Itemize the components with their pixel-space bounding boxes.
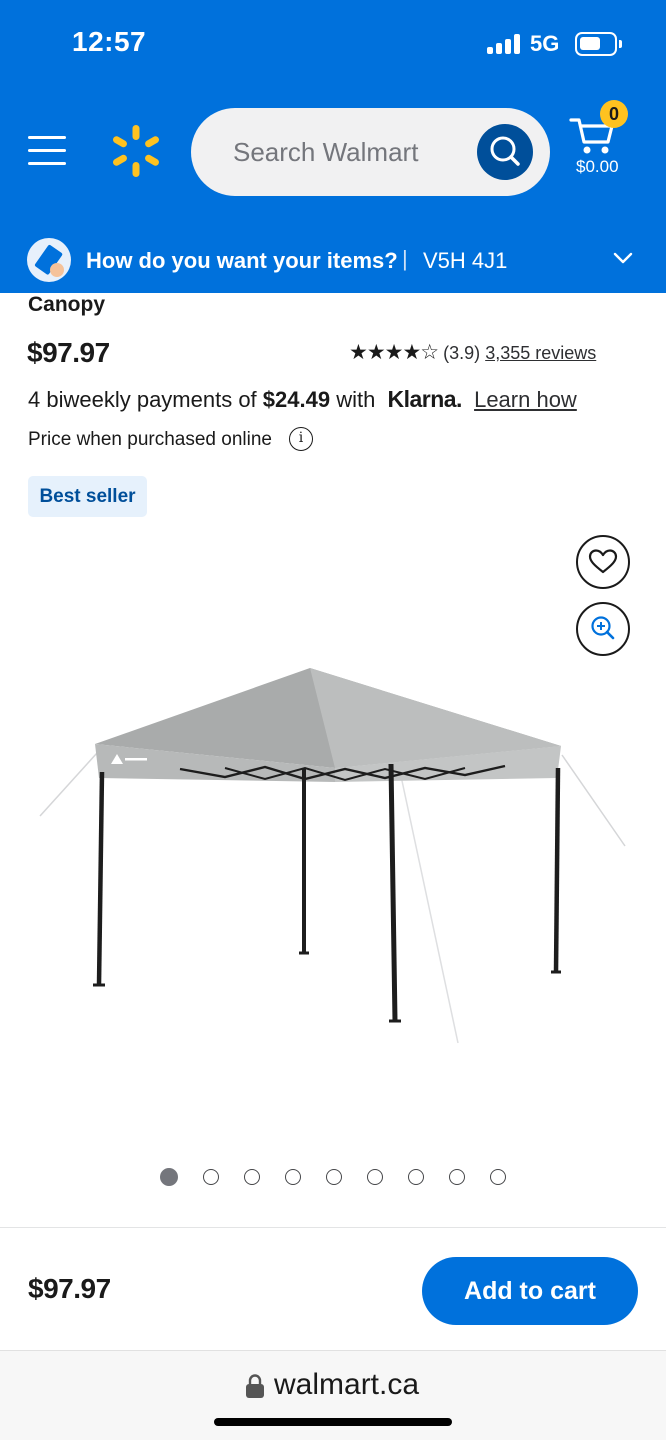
walmart-spark-logo[interactable]: [110, 124, 162, 178]
favorite-button[interactable]: [576, 535, 630, 589]
status-time: 12:57: [72, 26, 147, 57]
delivery-separator: |: [402, 246, 408, 271]
klarna-prefix: 4 biweekly payments of: [28, 387, 257, 412]
menu-icon[interactable]: [28, 136, 66, 168]
rating-stars: ★★★★☆: [349, 341, 439, 364]
browser-address-bar[interactable]: walmart.ca: [0, 1350, 666, 1440]
klarna-financing: 4 biweekly payments of $24.49 with Klarn…: [28, 386, 577, 413]
delivery-selector[interactable]: How do you want your items? | V5H 4J1: [0, 226, 666, 293]
best-seller-badge: Best seller: [28, 476, 147, 517]
add-to-cart-button[interactable]: Add to cart: [422, 1257, 638, 1325]
sticky-purchase-bar: $97.97 Add to cart: [0, 1227, 666, 1350]
home-indicator: [214, 1418, 452, 1426]
klarna-amount: $24.49: [262, 387, 331, 412]
carousel-dot[interactable]: [408, 1169, 424, 1185]
learn-how-link[interactable]: Learn how: [474, 387, 577, 412]
signal-icon: [487, 34, 521, 54]
heart-icon: [588, 549, 618, 574]
zoom-in-icon: [591, 616, 615, 640]
search-input[interactable]: Search Walmart: [233, 137, 418, 168]
carousel-dot[interactable]: [449, 1169, 465, 1185]
browser-domain[interactable]: walmart.ca: [274, 1368, 419, 1402]
carousel-dot[interactable]: [285, 1169, 301, 1185]
search-button[interactable]: [477, 124, 533, 180]
klarna-middle: with: [336, 387, 376, 412]
product-image-canopy[interactable]: [35, 658, 635, 1058]
search-bar[interactable]: Search Walmart: [191, 108, 550, 196]
cart-count-badge: 0: [600, 100, 628, 128]
info-icon[interactable]: i: [289, 427, 313, 451]
network-type: 5G: [530, 31, 560, 56]
lock-icon: [246, 1374, 264, 1398]
klarna-logo: Klarna.: [387, 386, 462, 412]
cart-total: $0.00: [576, 157, 619, 176]
rating-value: (3.9): [443, 343, 481, 363]
carousel-dot[interactable]: [326, 1169, 342, 1185]
carousel-dot[interactable]: [490, 1169, 506, 1185]
online-price-note: Price when purchased online: [28, 429, 272, 450]
app-header: 12:57 5G Search Walmart 0 $0.00 How do y…: [0, 0, 666, 293]
rating-summary: ★★★★☆ (3.9) 3,355 reviews: [349, 340, 596, 364]
carousel-dot[interactable]: [203, 1169, 219, 1185]
sticky-price: $97.97: [28, 1273, 111, 1304]
battery-icon: [575, 32, 622, 56]
product-price: $97.97: [27, 337, 110, 368]
product-title: Canopy: [28, 293, 106, 316]
carousel-dot[interactable]: [367, 1169, 383, 1185]
delivery-phone-icon: [27, 238, 71, 282]
zoom-button[interactable]: [576, 602, 630, 656]
search-icon: [490, 136, 520, 166]
delivery-question: How do you want your items?: [86, 248, 398, 273]
postal-code: V5H 4J1: [423, 248, 508, 273]
carousel-dot[interactable]: [244, 1169, 260, 1185]
reviews-link[interactable]: 3,355 reviews: [485, 343, 596, 363]
image-carousel-dots: [160, 1168, 510, 1188]
chevron-down-icon: [613, 252, 633, 264]
carousel-dot[interactable]: [160, 1168, 178, 1186]
